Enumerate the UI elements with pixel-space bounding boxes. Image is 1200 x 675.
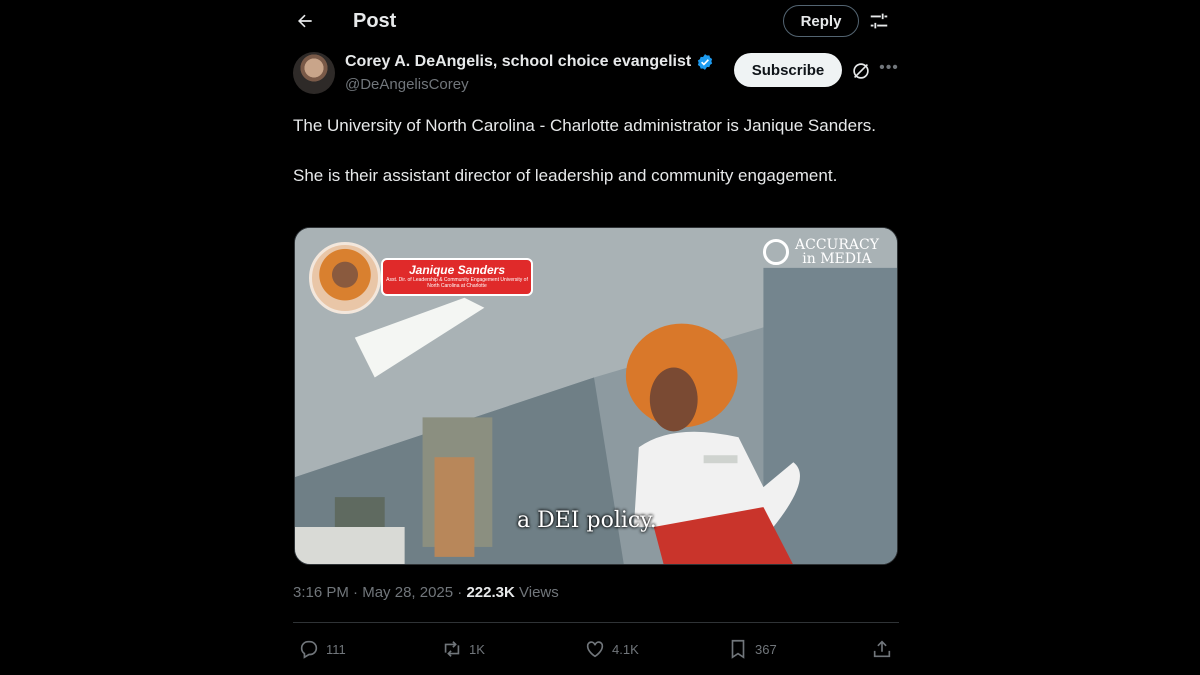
action-bar: 111 1K 4.1K 367 xyxy=(293,636,899,662)
share-icon xyxy=(873,640,891,658)
post-time[interactable]: 3:16 PM xyxy=(293,584,349,601)
tweet-paragraph: She is their assistant director of leade… xyxy=(293,166,838,185)
share-action[interactable] xyxy=(871,636,893,662)
reply-count: 111 xyxy=(326,641,346,657)
back-arrow-icon xyxy=(298,14,312,28)
nameplate-subtitle: Asst. Dir. of Leadership & Community Eng… xyxy=(386,277,528,289)
video-player[interactable]: Janique Sanders Asst. Dir. of Leadership… xyxy=(294,227,898,565)
subscribe-button[interactable]: Subscribe xyxy=(734,53,842,87)
speaker-nameplate: Janique Sanders Asst. Dir. of Leadership… xyxy=(381,258,533,296)
avatar[interactable] xyxy=(293,52,335,94)
back-button[interactable] xyxy=(292,8,318,34)
like-count: 4.1K xyxy=(612,641,639,657)
bookmark-count: 367 xyxy=(755,641,777,657)
like-action[interactable]: 4.1K xyxy=(584,636,639,662)
more-icon[interactable]: ••• xyxy=(878,58,900,80)
bookmark-action[interactable]: 367 xyxy=(727,636,777,662)
watermark-line1: ACCURACY xyxy=(795,237,879,253)
post-date[interactable]: May 28, 2025 xyxy=(362,584,453,601)
repost-count: 1K xyxy=(469,641,485,657)
author-handle[interactable]: @DeAngelisCorey xyxy=(345,76,469,93)
watermark-line2: in MEDIA xyxy=(802,251,872,267)
reply-action[interactable]: 111 xyxy=(298,636,346,662)
author-name-row[interactable]: Corey A. DeAngelis, school choice evange… xyxy=(345,53,714,71)
like-icon xyxy=(586,641,604,658)
tweet-text: The University of North Carolina - Charl… xyxy=(293,113,903,188)
post-header: Post Reply xyxy=(278,0,914,44)
page-title: Post xyxy=(353,10,397,32)
repost-icon xyxy=(444,641,460,657)
tune-icon[interactable] xyxy=(868,10,890,32)
post-meta: 3:16 PM · May 28, 2025 · 222.3K Views xyxy=(293,584,559,601)
divider xyxy=(293,622,899,623)
bookmark-icon xyxy=(731,639,745,659)
verified-icon xyxy=(698,54,713,70)
reply-button[interactable]: Reply xyxy=(783,5,859,37)
reply-icon xyxy=(300,640,318,659)
author-name[interactable]: Corey A. DeAngelis, school choice evange… xyxy=(345,53,691,71)
video-caption: a DEI policy. xyxy=(517,508,657,533)
grok-icon[interactable] xyxy=(850,60,872,82)
views-label: Views xyxy=(519,584,559,601)
accuracy-in-media-watermark: ACCURACY in MEDIA xyxy=(763,238,879,266)
post-column: Post Reply Corey A. DeAngelis, school ch… xyxy=(278,0,914,675)
repost-action[interactable]: 1K xyxy=(441,636,485,662)
speaker-portrait xyxy=(309,242,381,314)
tweet-paragraph: The University of North Carolina - Charl… xyxy=(293,116,876,135)
nameplate-name: Janique Sanders xyxy=(408,263,506,277)
views-count: 222.3K xyxy=(466,584,515,601)
aim-logo-icon xyxy=(763,239,789,265)
